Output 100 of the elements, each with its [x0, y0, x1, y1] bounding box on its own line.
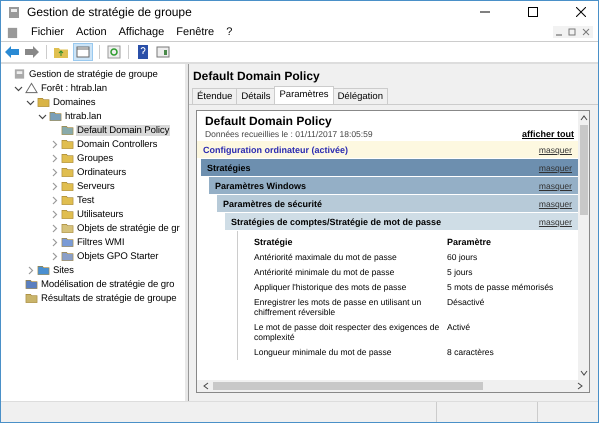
table-cell-text: Appliquer l'historique des mots de passe: [254, 282, 408, 292]
tree-item[interactable]: Sites: [52, 264, 75, 276]
tree-item[interactable]: Ordinateurs: [76, 166, 128, 178]
chevron-down-icon[interactable]: [38, 112, 47, 120]
section-title: Configuration ordinateur (activée): [203, 144, 348, 154]
console-tree-icon[interactable]: [73, 43, 93, 61]
chevron-right-icon[interactable]: [50, 140, 59, 148]
tree-item[interactable]: Groupes: [76, 152, 114, 164]
forward-icon[interactable]: [24, 45, 40, 59]
panel-icon[interactable]: [155, 45, 171, 59]
tree-item[interactable]: Objets de stratégie de gr: [76, 222, 181, 234]
vertical-scrollbar[interactable]: [578, 111, 589, 380]
folder-icon: [49, 110, 62, 122]
table-cell-text: Antériorité minimale du mot de passe: [254, 267, 396, 277]
folder-icon: [61, 138, 74, 150]
scroll-thumb[interactable]: [213, 382, 483, 390]
help-icon[interactable]: [135, 45, 151, 59]
details-heading: Default Domain Policy: [192, 68, 321, 85]
section-header[interactable]: Paramètres Windows masquer: [209, 177, 578, 194]
section-header[interactable]: Paramètres de sécurité masquer: [217, 195, 578, 212]
chevron-down-icon[interactable]: [26, 98, 35, 106]
column-header: Paramètre: [447, 237, 492, 247]
hide-link[interactable]: masquer: [538, 198, 572, 208]
column-header: Stratégie: [254, 237, 294, 247]
tab[interactable]: Délégation: [332, 88, 388, 104]
tree-item[interactable]: Objets GPO Starter: [76, 250, 160, 262]
hide-link[interactable]: masquer: [538, 180, 572, 190]
chevron-down-icon[interactable]: [14, 84, 23, 92]
report-title: Default Domain Policy: [204, 114, 333, 128]
folder-icon: [61, 180, 74, 192]
folder-icon: [61, 166, 74, 178]
tree-item[interactable]: Domain Controllers: [76, 138, 158, 150]
tree-item[interactable]: Serveurs: [76, 180, 116, 192]
folder-icon: [37, 96, 50, 108]
section-header[interactable]: Stratégies masquer: [201, 159, 578, 176]
table-cell: 60 jours: [447, 252, 478, 262]
chevron-right-icon[interactable]: [50, 168, 59, 176]
folder-icon: [61, 222, 74, 234]
folder-icon: [61, 208, 74, 220]
back-icon[interactable]: [4, 45, 20, 59]
folder-icon: [61, 194, 74, 206]
scroll-thumb[interactable]: [580, 125, 588, 215]
section-title: Paramètres Windows: [215, 180, 306, 190]
tree-item[interactable]: Forêt : htrab.lan: [40, 82, 108, 94]
folder-icon: [25, 278, 38, 290]
tree-item[interactable]: htrab.lan: [64, 110, 102, 122]
tree-item[interactable]: Gestion de stratégie de groupe: [28, 68, 159, 80]
folder-up-icon[interactable]: [53, 45, 69, 59]
table-cell: 8 caractères: [447, 347, 494, 357]
hide-link[interactable]: masquer: [538, 216, 572, 226]
chevron-right-icon[interactable]: [50, 238, 59, 246]
tree-item[interactable]: Test: [76, 194, 96, 206]
horizontal-scrollbar[interactable]: [197, 380, 589, 392]
section-header[interactable]: Stratégies de comptes/Stratégie de mot de passe masquer: [225, 213, 578, 230]
chevron-right-icon[interactable]: [50, 224, 59, 232]
section-title: Paramètres de sécurité: [223, 198, 322, 208]
menu-item[interactable]: Affichage: [118, 26, 164, 38]
scroll-left-icon[interactable]: [203, 382, 209, 390]
tab[interactable]: Paramètres: [274, 86, 334, 104]
close-icon[interactable]: [576, 7, 586, 17]
refresh-icon[interactable]: [106, 45, 122, 59]
table-cell-text: Longueur minimale du mot de passe: [254, 347, 392, 357]
maximize-icon[interactable]: [528, 7, 538, 17]
hide-link[interactable]: masquer: [538, 144, 572, 154]
table-cell-text: Le mot de passe doit respecter des exigences de complexité: [254, 322, 440, 342]
table-cell-text: Antériorité maximale du mot de passe: [254, 252, 398, 262]
chevron-right-icon[interactable]: [50, 182, 59, 190]
tree-item[interactable]: Domaines: [52, 96, 96, 108]
tree-item[interactable]: Utilisateurs: [76, 208, 124, 220]
chevron-right-icon[interactable]: [50, 196, 59, 204]
menu-item[interactable]: Fichier: [31, 26, 64, 38]
child-window-controls-icon[interactable]: [553, 26, 593, 38]
table-cell: 5 mots de passe mémorisés: [447, 282, 554, 292]
section-header[interactable]: Configuration ordinateur (activée) masquer: [197, 141, 578, 158]
section-title: Stratégies: [207, 162, 251, 172]
chevron-right-icon[interactable]: [50, 154, 59, 162]
scroll-down-icon[interactable]: [580, 370, 588, 376]
tree-item[interactable]: Default Domain Policy: [76, 124, 170, 136]
chevron-right-icon[interactable]: [26, 266, 35, 274]
window-title: Gestion de stratégie de groupe: [27, 5, 192, 19]
folder-icon: [61, 250, 74, 262]
hide-link[interactable]: masquer: [538, 162, 572, 172]
menu-item[interactable]: ?: [226, 26, 232, 38]
chevron-right-icon[interactable]: [50, 210, 59, 218]
table-cell-text: Enregistrer les mots de passe en utilisant un chiffrement réversible: [254, 297, 422, 317]
folder-icon: [37, 264, 50, 276]
folder-icon: [25, 292, 38, 304]
show-all-link[interactable]: afficher tout: [522, 129, 574, 139]
folder-icon: [61, 124, 74, 136]
triangle-icon: [25, 82, 38, 94]
tab[interactable]: Étendue: [192, 88, 238, 104]
menu-item[interactable]: Action: [76, 26, 107, 38]
scroll-right-icon[interactable]: [577, 382, 583, 390]
chevron-right-icon[interactable]: [50, 252, 59, 260]
tree-item[interactable]: Résultats de stratégie de groupe: [40, 292, 178, 304]
table-cell-text: Désactivé: [447, 297, 484, 309]
menu-item[interactable]: Fenêtre: [176, 26, 214, 38]
tree-item[interactable]: Filtres WMI: [76, 236, 126, 248]
scroll-up-icon[interactable]: [580, 115, 588, 121]
tree-item[interactable]: Modélisation de stratégie de gro: [40, 278, 176, 290]
